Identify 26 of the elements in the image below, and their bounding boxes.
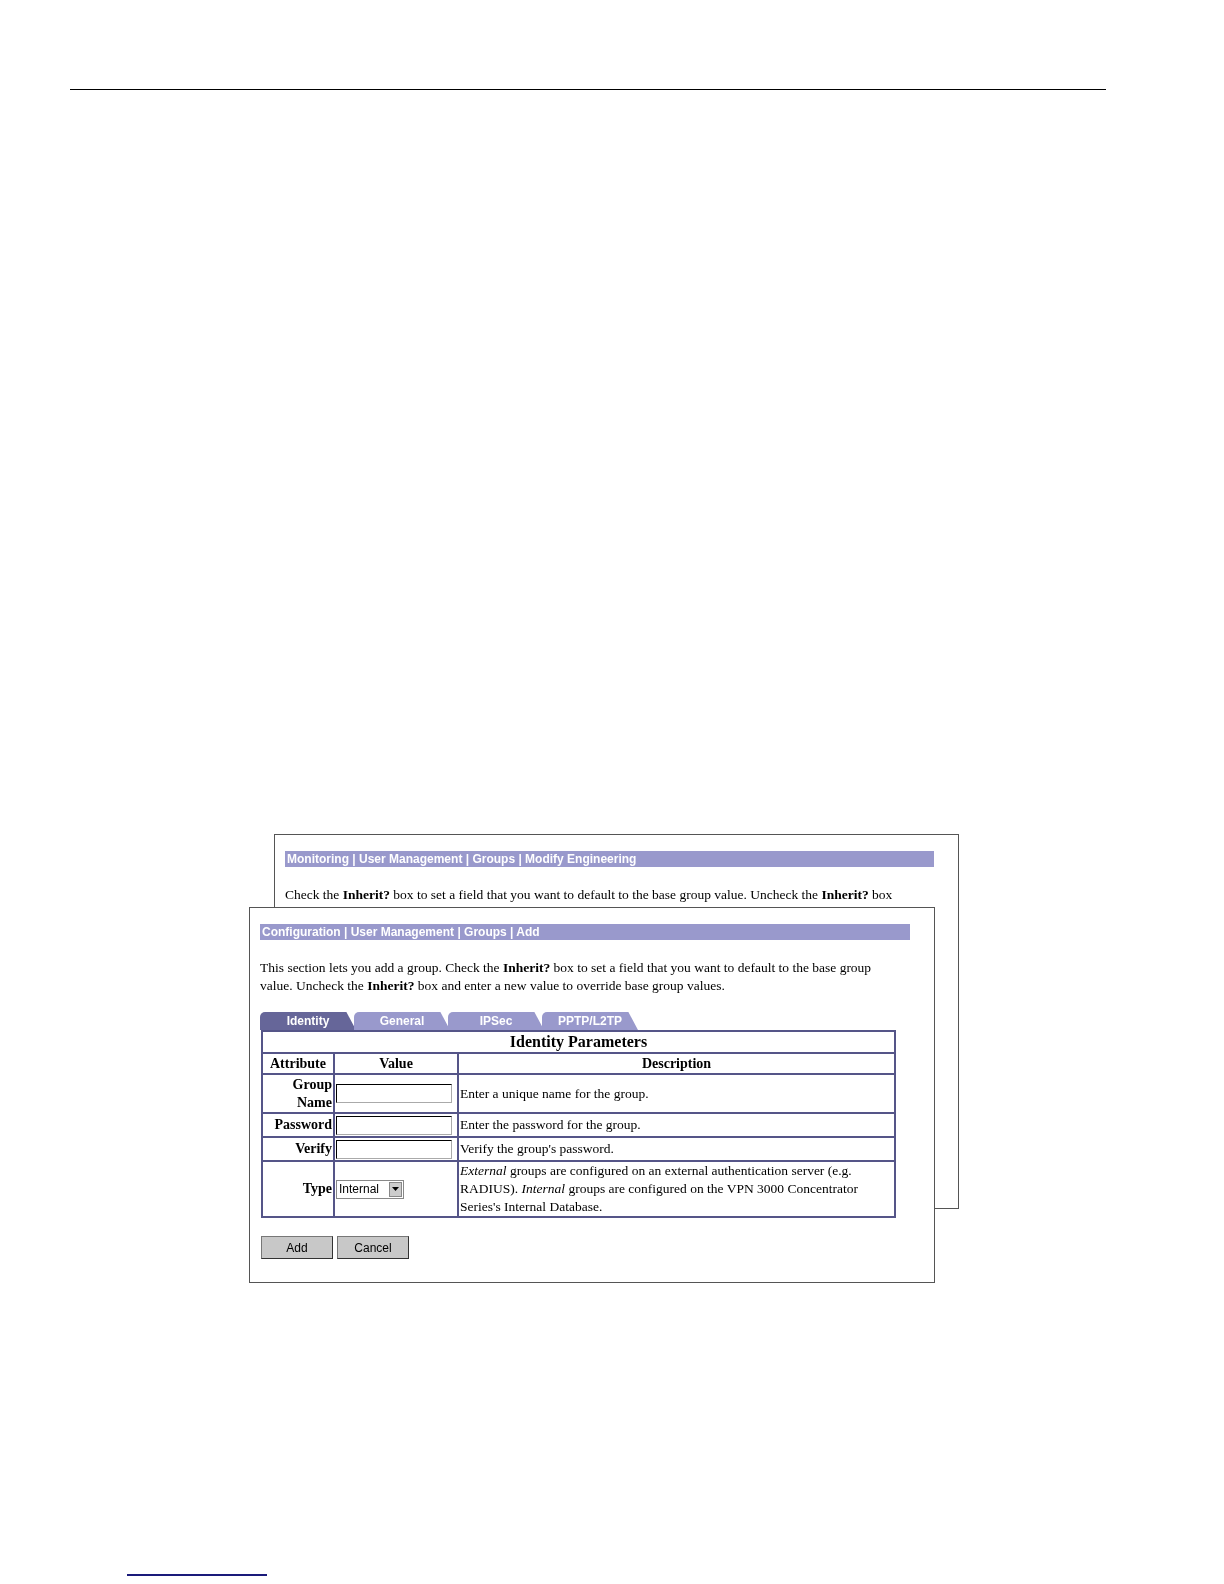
- intro-text: This section lets you add a group. Check the Inherit? box to set a field that you want to default to the base group value. Uncheck the Inherit? box and enter a new value to override base group values.: [260, 959, 873, 995]
- table-title: Identity Parameters: [262, 1031, 895, 1053]
- tab[interactable]: PPTP/L2TP: [542, 1012, 638, 1030]
- attribute-label: Group Name: [262, 1074, 334, 1113]
- attribute-label: Password: [262, 1113, 334, 1137]
- breadcrumb-bar: Monitoring | User Management | Groups | Modify Engineering: [285, 851, 934, 867]
- tab[interactable]: Identity: [260, 1012, 356, 1030]
- tab[interactable]: General: [354, 1012, 450, 1030]
- input-field[interactable]: [336, 1084, 452, 1103]
- dropdown[interactable]: Internal: [336, 1179, 404, 1199]
- intro-text: Check the Inherit? box to set a field that you want to default to the base group value. Uncheck the Inherit? box: [285, 886, 894, 904]
- tab[interactable]: IPSec: [448, 1012, 544, 1030]
- description-text: External groups are configured on an external authentication server (e.g. RADIUS). Internal groups are configured on the VPN 3000 Concentrator Series's Internal Database.: [458, 1161, 895, 1217]
- description-text: Enter the password for the group.: [458, 1113, 895, 1137]
- description-text: Enter a unique name for the group.: [458, 1074, 895, 1113]
- description-text: Verify the group's password.: [458, 1137, 895, 1161]
- column-header: Value: [334, 1053, 458, 1074]
- column-header: Attribute: [262, 1053, 334, 1074]
- input-field[interactable]: [336, 1139, 452, 1159]
- attribute-label: Verify: [262, 1137, 334, 1161]
- breadcrumb-bar: Configuration | User Management | Groups | Add: [260, 924, 910, 940]
- attribute-label: Type: [262, 1161, 334, 1217]
- button[interactable]: Cancel: [337, 1236, 409, 1259]
- input-field[interactable]: [336, 1115, 452, 1135]
- button[interactable]: Add: [261, 1236, 333, 1259]
- column-header: Description: [458, 1053, 895, 1074]
